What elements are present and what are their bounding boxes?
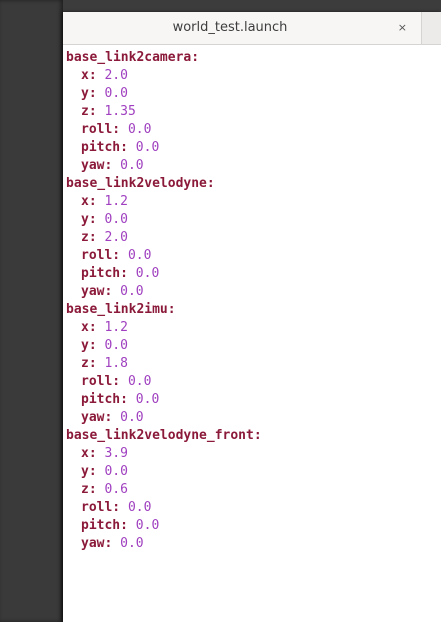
field-key: pitch: [81, 392, 128, 407]
field-key: yaw: [81, 536, 113, 551]
code-area[interactable]: base_link2camera: x: 2.0 y: 0.0 z: 1.35 roll… [66, 49, 262, 553]
close-icon[interactable]: × [398, 12, 407, 44]
yaml-field-line: roll: 0.0 [66, 247, 262, 265]
field-key: roll: [81, 248, 121, 263]
field-value: 0.0 [135, 140, 160, 155]
yaml-field-line: pitch: 0.0 [66, 517, 262, 535]
tab-bar-empty-area [422, 12, 441, 44]
field-key: roll: [81, 500, 121, 515]
field-key: x: [81, 68, 97, 83]
yaml-field-line: z: 1.35 [66, 103, 262, 121]
field-key: yaw: [81, 410, 113, 425]
yaml-field-line: pitch: 0.0 [66, 391, 262, 409]
field-value: 1.8 [104, 356, 128, 371]
block-name: base_link2velodyne: [66, 176, 215, 191]
text-editor-window: world_test.launch × base_link2camera: x: … [63, 12, 441, 622]
yaml-block-key: base_link2velodyne: [66, 175, 262, 193]
yaml-field-line: z: 1.8 [66, 355, 262, 373]
yaml-field-line: yaw: 0.0 [66, 283, 262, 301]
yaml-field-line: x: 1.2 [66, 193, 262, 211]
field-value: 0.0 [104, 86, 128, 101]
yaml-field-line: y: 0.0 [66, 85, 262, 103]
field-value: 0.0 [104, 464, 128, 479]
field-key: y: [81, 338, 97, 353]
yaml-field-line: x: 3.9 [66, 445, 262, 463]
window-top-edge [63, 0, 441, 12]
block-name: base_link2imu: [66, 302, 176, 317]
yaml-block-key: base_link2velodyne_front: [66, 427, 262, 445]
yaml-field-line: x: 2.0 [66, 67, 262, 85]
yaml-field-line: roll: 0.0 [66, 121, 262, 139]
yaml-field-line: yaw: 0.0 [66, 157, 262, 175]
field-key: y: [81, 464, 97, 479]
yaml-field-line: x: 1.2 [66, 319, 262, 337]
field-value: 1.2 [104, 194, 128, 209]
block-name: base_link2velodyne_front: [66, 428, 262, 443]
tab-world-test-launch[interactable]: world_test.launch × [63, 12, 422, 44]
yaml-field-line: roll: 0.0 [66, 373, 262, 391]
yaml-field-line: pitch: 0.0 [66, 139, 262, 157]
yaml-field-line: z: 0.6 [66, 481, 262, 499]
field-value: 0.0 [135, 266, 160, 281]
field-key: pitch: [81, 266, 128, 281]
yaml-field-line: y: 0.0 [66, 337, 262, 355]
yaml-block-key: base_link2imu: [66, 301, 262, 319]
yaml-field-line: y: 0.0 [66, 463, 262, 481]
field-value: 0.0 [104, 212, 128, 227]
field-key: x: [81, 320, 97, 335]
field-value: 0.0 [135, 392, 160, 407]
field-key: pitch: [81, 140, 128, 155]
field-key: yaw: [81, 158, 113, 173]
tab-title: world_test.launch [172, 20, 288, 35]
field-key: z: [81, 482, 97, 497]
field-value: 1.35 [104, 104, 136, 119]
field-value: 0.0 [120, 158, 144, 173]
field-key: y: [81, 86, 97, 101]
field-value: 0.0 [127, 122, 152, 137]
field-key: roll: [81, 122, 121, 137]
block-name: base_link2camera: [66, 50, 200, 65]
yaml-field-line: y: 0.0 [66, 211, 262, 229]
field-key: x: [81, 194, 97, 209]
field-value: 0.0 [127, 500, 152, 515]
field-key: z: [81, 104, 97, 119]
field-value: 2.0 [104, 68, 128, 83]
yaml-field-line: yaw: 0.0 [66, 409, 262, 427]
field-key: y: [81, 212, 97, 227]
field-key: pitch: [81, 518, 128, 533]
field-key: z: [81, 356, 97, 371]
field-value: 3.9 [104, 446, 128, 461]
field-key: yaw: [81, 284, 113, 299]
field-value: 0.6 [104, 482, 128, 497]
background-window [0, 0, 63, 622]
field-key: roll: [81, 374, 121, 389]
field-value: 0.0 [127, 248, 152, 263]
field-value: 2.0 [104, 230, 128, 245]
field-value: 0.0 [135, 518, 160, 533]
yaml-field-line: pitch: 0.0 [66, 265, 262, 283]
field-key: x: [81, 446, 97, 461]
field-value: 0.0 [120, 410, 144, 425]
yaml-field-line: z: 2.0 [66, 229, 262, 247]
yaml-block-key: base_link2camera: [66, 49, 262, 67]
field-value: 0.0 [104, 338, 128, 353]
field-value: 1.2 [104, 320, 128, 335]
yaml-field-line: yaw: 0.0 [66, 535, 262, 553]
tab-bar: world_test.launch × [63, 12, 441, 45]
field-value: 0.0 [120, 284, 144, 299]
field-key: z: [81, 230, 97, 245]
yaml-field-line: roll: 0.0 [66, 499, 262, 517]
field-value: 0.0 [120, 536, 144, 551]
field-value: 0.0 [127, 374, 152, 389]
